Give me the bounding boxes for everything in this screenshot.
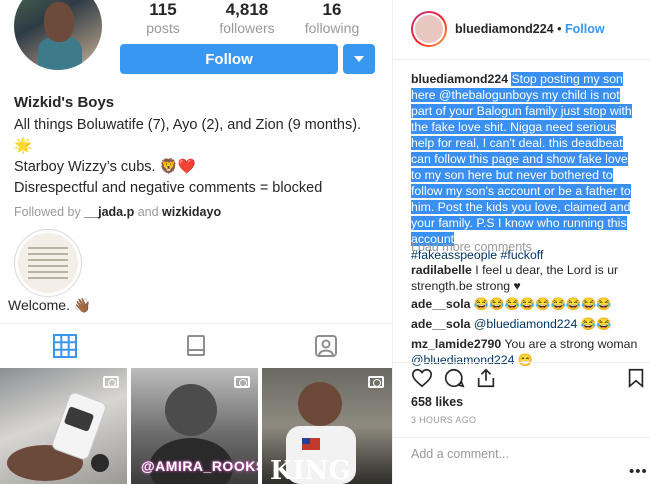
heart-icon[interactable] [411, 367, 433, 389]
tabs-divider [0, 323, 392, 324]
post-header: bluediamond224 • Follow [393, 0, 650, 60]
actions-divider [393, 362, 650, 363]
suggestions-dropdown-button[interactable] [343, 44, 375, 74]
profile-name: Wizkid's Boys [14, 94, 115, 111]
followed-by-user-wizkidayo[interactable]: wizkidayo [162, 205, 221, 219]
followers-count: 4,818 [225, 0, 269, 19]
stat-posts[interactable]: 115 posts [118, 0, 208, 36]
instagram-screenshot: 115 posts 4,818 followers 16 following F… [0, 0, 650, 484]
post-author: bluediamond224 • Follow [455, 22, 605, 36]
post-author-username[interactable]: bluediamond224 [455, 22, 554, 36]
thumbnail-caption: @AMIRA_ROOKS [141, 458, 258, 474]
post-caption: bluediamond224 Stop posting my son here … [411, 71, 641, 263]
caption-text: Stop posting my son here @thebalogunboys… [411, 72, 632, 246]
post-thumbnail-1[interactable] [0, 368, 127, 484]
profile-panel: 115 posts 4,818 followers 16 following F… [0, 0, 392, 484]
stat-following[interactable]: 16 following [287, 0, 377, 36]
video-icon [368, 376, 384, 388]
comment-username[interactable]: ade__sola [411, 297, 470, 311]
followed-by-user-jada[interactable]: __jada.p [84, 205, 134, 219]
video-icon [103, 376, 119, 388]
follow-button[interactable]: Follow [120, 44, 338, 74]
chevron-down-icon [354, 56, 364, 62]
comment-mention[interactable]: @bluediamond224 😁 [411, 353, 533, 367]
following-count: 16 [322, 0, 342, 19]
bio-line-1: All things Boluwatife (7), Ayo (2), and … [14, 117, 362, 154]
posts-label: posts [146, 20, 180, 36]
add-comment-divider [393, 437, 650, 438]
more-options-icon[interactable]: ••• [629, 463, 648, 480]
post-thumbnail-2[interactable]: @AMIRA_ROOKS [131, 368, 258, 484]
posts-count: 115 [149, 0, 177, 19]
bookmark-icon[interactable] [625, 367, 647, 389]
thumbnail-caption: KING [270, 456, 351, 484]
following-label: following [304, 20, 360, 36]
comment-username[interactable]: ade__sola [411, 317, 470, 331]
followed-by: Followed by __jada.p and wizkidayo [14, 205, 222, 219]
comment-text: You are a strong woman [504, 337, 638, 351]
comment: ade__sola 😂😂😂😂😂😂😂😂😂 [411, 296, 641, 312]
comment: ade__sola @bluediamond224 😂😂 [411, 316, 641, 332]
grid-icon[interactable] [52, 333, 78, 359]
comment-username[interactable]: radilabelle [411, 263, 472, 277]
profile-bio: Wizkid's Boys All things Boluwatife (7),… [14, 92, 382, 223]
post-panel: bluediamond224 • Follow bluediamond224 S… [392, 0, 650, 484]
post-author-avatar[interactable] [411, 11, 447, 47]
post-follow-link[interactable]: Follow [565, 22, 605, 36]
add-comment-input[interactable]: Add a comment... [411, 447, 509, 461]
tagged-icon[interactable] [313, 333, 339, 359]
profile-avatar[interactable] [14, 0, 102, 70]
comment: radilabelle I feel u dear, the Lord is u… [411, 262, 641, 294]
comment-icon[interactable] [443, 367, 465, 389]
followers-label: followers [219, 20, 275, 36]
highlight-label: Welcome. 👋🏾 [8, 297, 92, 313]
post-thumbnail-3[interactable]: KING [262, 368, 392, 484]
video-icon [234, 376, 250, 388]
post-timestamp: 3 HOURS AGO [411, 415, 477, 425]
caption-username[interactable]: bluediamond224 [411, 72, 508, 86]
igtv-icon[interactable] [183, 333, 209, 359]
share-icon[interactable] [475, 367, 497, 389]
comment-username[interactable]: mz_lamide2790 [411, 337, 501, 351]
highlight-cover [18, 233, 78, 293]
bio-line-2: Starboy Wizzy’s cubs. 🦁❤️ [14, 159, 196, 175]
comment-text: 😂😂 [580, 317, 612, 331]
comment: mz_lamide2790 You are a strong woman @bl… [411, 336, 641, 368]
bio-line-3: Disrespectful and negative comments = bl… [14, 180, 323, 196]
likes-count[interactable]: 658 likes [411, 395, 463, 409]
comment-mention[interactable]: @bluediamond224 [474, 317, 577, 331]
stat-followers[interactable]: 4,818 followers [202, 0, 292, 36]
story-highlight-welcome[interactable] [14, 229, 82, 297]
load-more-comments[interactable]: Load more comments [411, 240, 532, 254]
comment-text: 😂😂😂😂😂😂😂😂😂 [473, 297, 612, 311]
